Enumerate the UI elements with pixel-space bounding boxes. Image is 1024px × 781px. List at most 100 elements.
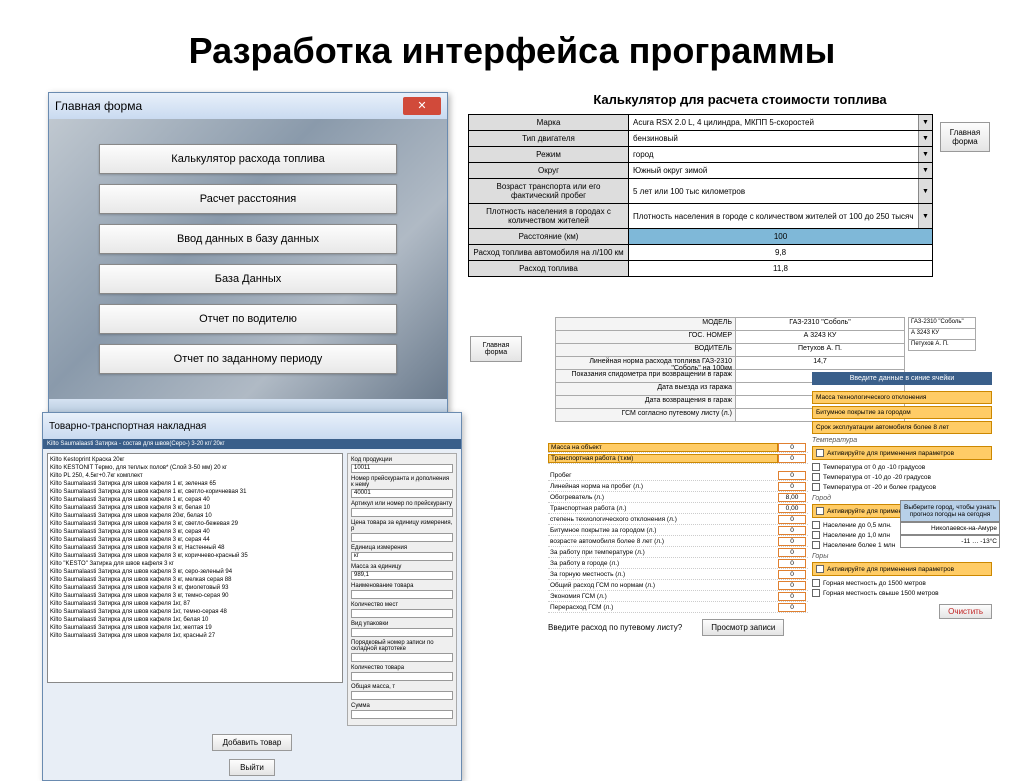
list-item[interactable]: Kilto Saumalaasti Затирка для швов кафел… — [50, 568, 340, 576]
list-item[interactable]: Kilto PL 250, 4.5кг+0.7кг комплект — [50, 472, 340, 480]
ws-value[interactable]: 0 — [778, 559, 806, 568]
list-item[interactable]: Kilto Saumalaasti Затирка для швов кафел… — [50, 520, 340, 528]
list-item[interactable]: Kilto KESTONIT Tермо, для теплых полов* … — [50, 464, 340, 472]
btn-main-form-mid[interactable]: Главная форма — [470, 336, 522, 362]
chevron-down-icon[interactable]: ▼ — [918, 147, 932, 162]
list-item[interactable]: Kilto Saumalaasti Затирка для швов кафел… — [50, 496, 340, 504]
list-item[interactable]: Kilto Saumalaasti Затирка для швов кафел… — [50, 584, 340, 592]
checkbox[interactable] — [812, 541, 820, 549]
checkbox[interactable] — [812, 579, 820, 587]
list-item[interactable]: Kilto Saumalaasti Затирка для швов кафел… — [50, 600, 340, 608]
list-item[interactable]: Kilto Saumalaasti Затирка для швов кафел… — [50, 552, 340, 560]
list-item[interactable]: Kilto Saumalaasti Затирка для швов кафел… — [50, 616, 340, 624]
checkbox[interactable] — [812, 531, 820, 539]
ws-value[interactable]: 0 — [778, 454, 806, 463]
list-item[interactable]: Kilto Saumalaasti Затирка для швов кафел… — [50, 536, 340, 544]
list-item[interactable]: Kilto Saumalaasti Затирка для швов кафел… — [50, 512, 340, 520]
field-input[interactable] — [351, 533, 453, 542]
ws-label: Линейная норма на пробег (л.) — [548, 483, 778, 490]
checkbox[interactable] — [812, 473, 820, 481]
field-input[interactable]: 10011 — [351, 464, 453, 473]
list-item[interactable]: Kilto Saumalaasti Затирка для швов кафел… — [50, 624, 340, 632]
list-item[interactable]: Kilto Saumalaasti Затирка для швов кафел… — [50, 576, 340, 584]
field-input[interactable] — [351, 508, 453, 517]
list-item[interactable]: Kilto Saumalaasti Затирка для швов кафел… — [50, 504, 340, 512]
calc-value[interactable]: город — [629, 147, 918, 162]
chevron-down-icon[interactable]: ▼ — [918, 204, 932, 228]
checkbox[interactable] — [816, 507, 824, 515]
calc-value[interactable]: бензиновый — [629, 131, 918, 146]
close-icon[interactable]: ✕ — [403, 97, 441, 115]
btn-input-db[interactable]: Ввод данных в базу данных — [99, 224, 397, 254]
chevron-down-icon[interactable]: ▼ — [918, 115, 932, 130]
list-item[interactable]: Kilto Kestoprint Краска 20кг — [50, 456, 340, 464]
btn-clear[interactable]: Очистить — [939, 604, 992, 619]
ws-value[interactable]: 0 — [778, 526, 806, 535]
field-input[interactable]: 40001 — [351, 489, 453, 498]
ws-value[interactable]: 0 — [778, 603, 806, 612]
ws-value[interactable]: 0 — [778, 482, 806, 491]
city-prompt: Выберите город, чтобы узнать прогноз пог… — [900, 500, 1000, 522]
btn-exit[interactable]: Выйти — [229, 759, 275, 776]
checkbox[interactable] — [812, 521, 820, 529]
ws-value[interactable]: 0 — [778, 570, 806, 579]
list-item[interactable]: Kilto Saumalaasti Затирка для швов кафел… — [50, 528, 340, 536]
field-input[interactable]: 989,1 — [351, 571, 453, 580]
checkbox[interactable] — [812, 483, 820, 491]
btn-view-record[interactable]: Просмотр записи — [702, 619, 784, 636]
chevron-down-icon[interactable]: ▼ — [918, 131, 932, 146]
btn-add-product[interactable]: Добавить товар — [212, 734, 293, 751]
invoice-tab[interactable]: Kilto Saumalaasti Затирка - состав для ш… — [43, 439, 461, 449]
ws-value[interactable]: 0,00 — [778, 504, 806, 513]
calc-value[interactable]: Плотность населения в городе с количеств… — [629, 204, 918, 228]
list-item[interactable]: Kilto Saumalaasti Затирка для швов кафел… — [50, 480, 340, 488]
worksheet-row: Общий расход ГСМ по нормам (л.)0 — [548, 580, 808, 591]
field-label: Наименование товара — [351, 583, 453, 589]
btn-fuel-calc[interactable]: Калькулятор расхода топлива — [99, 144, 397, 174]
invoice-product-list[interactable]: Kilto Kestoprint Краска 20кгKilto KESTON… — [47, 453, 343, 683]
city-name[interactable]: Николаевск-на-Амуре — [900, 522, 1000, 535]
ws-value[interactable]: 8,00 — [778, 493, 806, 502]
ws-value[interactable]: 0 — [778, 548, 806, 557]
list-item[interactable]: Kilto "KESTO" Затирка для швов кафеля 3 … — [50, 560, 340, 568]
field-input[interactable] — [351, 710, 453, 719]
btn-distance[interactable]: Расчет расстояния — [99, 184, 397, 214]
calc-value[interactable]: Acura RSX 2.0 L, 4 цилиндра, МКПП 5-скор… — [629, 115, 918, 130]
list-item[interactable]: Kilto Saumalaasti Затирка для швов кафел… — [50, 488, 340, 496]
rp-check-label: Температура от 0 до -10 градусов — [823, 464, 925, 471]
invoice-titlebar: Товарно-транспортная накладная — [43, 413, 461, 439]
calc-value[interactable]: Южный округ зимой — [629, 163, 918, 178]
list-item[interactable]: Kilto Saumalaasti Затирка для швов кафел… — [50, 592, 340, 600]
field-input[interactable]: кг — [351, 552, 453, 561]
calculator-table: МаркаAcura RSX 2.0 L, 4 цилиндра, МКПП 5… — [468, 114, 933, 277]
vehicle-row: ВОДИТЕЛЬПетухов А. П. — [555, 343, 905, 357]
checkbox[interactable] — [816, 449, 824, 457]
chevron-down-icon[interactable]: ▼ — [918, 179, 932, 203]
checkbox[interactable] — [816, 565, 824, 573]
ws-value[interactable]: 0 — [778, 592, 806, 601]
field-input[interactable] — [351, 628, 453, 637]
field-input[interactable] — [351, 691, 453, 700]
btn-period-report[interactable]: Отчет по заданному периоду — [99, 344, 397, 374]
calc-value[interactable]: 5 лет или 100 тыс километров — [629, 179, 918, 203]
ws-value[interactable]: 0 — [778, 515, 806, 524]
btn-main-form-top[interactable]: Главная форма — [940, 122, 990, 152]
field-input[interactable] — [351, 590, 453, 599]
field-input[interactable] — [351, 672, 453, 681]
vehicle-value: ГАЗ-2310 "Соболь" — [736, 318, 904, 330]
list-item[interactable]: Kilto Saumalaasti Затирка для швов кафел… — [50, 608, 340, 616]
chevron-down-icon[interactable]: ▼ — [918, 163, 932, 178]
btn-database[interactable]: База Данных — [99, 264, 397, 294]
btn-driver-report[interactable]: Отчет по водителю — [99, 304, 397, 334]
checkbox[interactable] — [812, 463, 820, 471]
list-item[interactable]: Kilto Saumalaasti Затирка для швов кафел… — [50, 632, 340, 640]
field-input[interactable] — [351, 609, 453, 618]
invoice-field-row: Единица измерениякг — [351, 545, 453, 561]
ws-value[interactable]: 0 — [778, 443, 806, 452]
ws-value[interactable]: 0 — [778, 471, 806, 480]
checkbox[interactable] — [812, 589, 820, 597]
field-input[interactable] — [351, 653, 453, 662]
ws-value[interactable]: 0 — [778, 581, 806, 590]
list-item[interactable]: Kilto Saumalaasti Затирка для швов кафел… — [50, 544, 340, 552]
ws-value[interactable]: 0 — [778, 537, 806, 546]
